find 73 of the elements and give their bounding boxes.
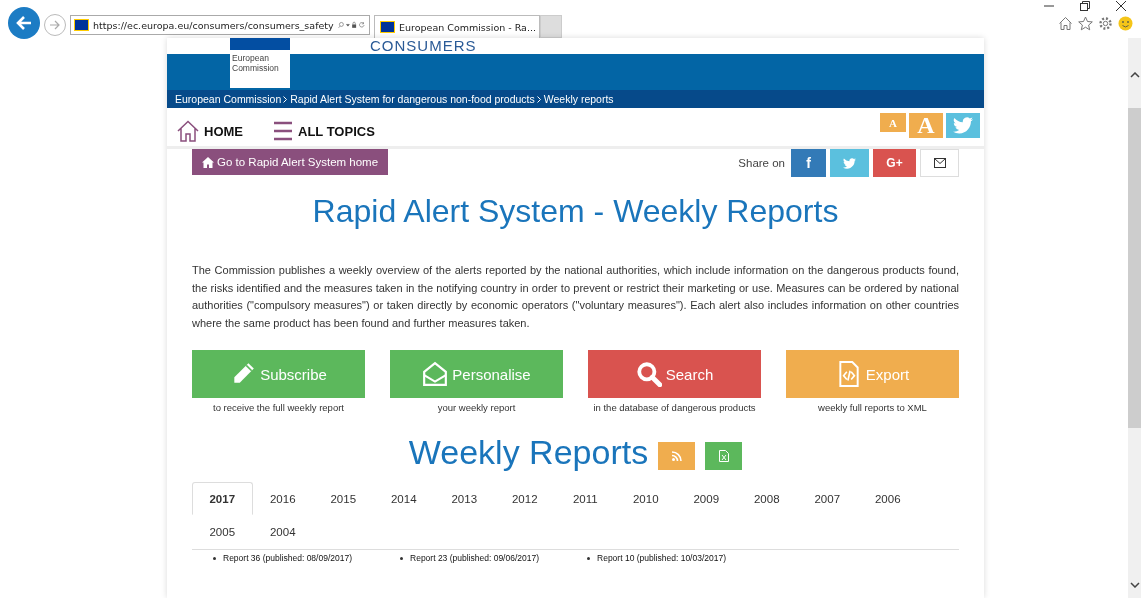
menu-icon — [273, 121, 293, 141]
house-icon — [177, 120, 199, 142]
excel-button[interactable] — [705, 441, 743, 470]
year-tab[interactable]: 2015 — [313, 482, 374, 515]
year-tab[interactable]: 2006 — [857, 482, 918, 515]
chevron-icon — [536, 95, 541, 103]
smiley-icon[interactable] — [1118, 16, 1133, 31]
year-tab[interactable]: 2014 — [373, 482, 434, 515]
logo[interactable]: European Commission — [230, 38, 290, 88]
button-caption: to receive the full weekly report — [213, 402, 344, 413]
year-tab[interactable]: 2007 — [797, 482, 858, 515]
home-link-button[interactable]: Go to Rapid Alert System home — [192, 149, 389, 175]
close-icon[interactable] — [1115, 0, 1127, 12]
arrow-right-icon — [49, 18, 61, 31]
chevron-icon — [283, 95, 288, 103]
bird-icon — [953, 117, 973, 134]
google-plus-share-button[interactable]: G+ — [873, 149, 916, 177]
year-tab[interactable]: 2004 — [252, 515, 313, 548]
year-tab[interactable]: 2009 — [676, 482, 737, 515]
envelope-icon — [933, 158, 946, 168]
share-label: Share on — [738, 157, 785, 169]
button-caption: weekly full reports to XML — [818, 402, 927, 413]
breadcrumb-link[interactable]: Weekly reports — [543, 93, 614, 105]
scroll-thumb[interactable] — [1128, 108, 1141, 428]
button-caption: in the database of dangerous products — [593, 402, 756, 413]
flag-icon — [380, 21, 395, 33]
page-title: Rapid Alert System - Weekly Reports — [311, 193, 840, 230]
year-tab[interactable]: 2013 — [434, 482, 495, 515]
search-icon — [635, 361, 662, 387]
search-button[interactable]: Search — [588, 350, 761, 398]
section-title: Weekly Reports — [408, 433, 649, 472]
envelope-icon — [422, 361, 449, 387]
flag-icon — [74, 19, 89, 31]
year-tab[interactable]: 2016 — [252, 482, 313, 515]
address-bar[interactable]: https://ec.europa.eu/consumers/consumers_safety — [70, 15, 370, 35]
intro-paragraph: The Commission publishes a weekly overview of the alerts reported by the national authorities, which include information on the dangerous products found, the risks identified and the measures taken in the notifying country in order to prevent or restrict their marketing or use. Measures can be ordered by national authorities ("compulsory measures") or taken directly by economic operators ("voluntary measures"). Each alert also includes information on other countries where the same product has been found and further measures taken. — [192, 263, 959, 331]
report-link[interactable]: Report 23 (published: 09/06/2017) — [410, 553, 540, 563]
report-link[interactable]: Report 10 (published: 10/03/2017) — [597, 553, 727, 563]
year-tab[interactable]: 2017 — [192, 482, 253, 515]
restore-icon[interactable] — [1079, 0, 1091, 12]
breadcrumb-link[interactable]: Rapid Alert System for dangerous non-food products — [290, 93, 535, 105]
year-tab[interactable]: 2005 — [192, 515, 253, 548]
home-icon[interactable] — [1058, 16, 1073, 31]
spreadsheet-file-icon — [718, 449, 729, 462]
report-link[interactable]: Report 36 (published: 08/09/2017) — [223, 553, 352, 563]
year-tab[interactable]: 2012 — [494, 482, 555, 515]
year-tab[interactable]: 2008 — [736, 482, 797, 515]
house-icon — [202, 156, 214, 168]
breadcrumb-link[interactable]: European Commission — [175, 93, 282, 105]
facebook-share-button[interactable]: f — [791, 149, 826, 177]
arrow-left-icon — [15, 15, 33, 31]
home-link[interactable]: HOME — [177, 120, 243, 142]
bullet-icon — [587, 556, 591, 560]
topics-menu-link[interactable]: ALL TOPICS — [273, 121, 375, 141]
bullet-icon — [213, 556, 216, 560]
rss-icon — [671, 450, 682, 461]
year-tab[interactable]: 2010 — [615, 482, 676, 515]
button-caption: your weekly report — [437, 402, 516, 413]
year-tab[interactable]: 2011 — [555, 482, 616, 515]
email-share-button[interactable] — [920, 149, 959, 177]
scroll-up-icon[interactable] — [1129, 72, 1140, 78]
url-text: https://ec.europa.eu/consumers/consumers_safety — [93, 19, 334, 31]
address-bar-icons-drawing — [337, 19, 366, 31]
bird-icon — [843, 157, 856, 169]
settings-icon[interactable] — [1098, 16, 1113, 31]
twitter-button[interactable] — [946, 113, 980, 138]
scrollbar[interactable] — [1128, 38, 1141, 598]
site-title: CONSUMERS — [370, 38, 477, 54]
bullet-icon — [400, 556, 403, 560]
twitter-share-button[interactable] — [830, 149, 869, 177]
star-icon[interactable] — [1078, 16, 1093, 31]
scroll-down-icon[interactable] — [1129, 582, 1140, 588]
back-button[interactable] — [8, 7, 40, 39]
